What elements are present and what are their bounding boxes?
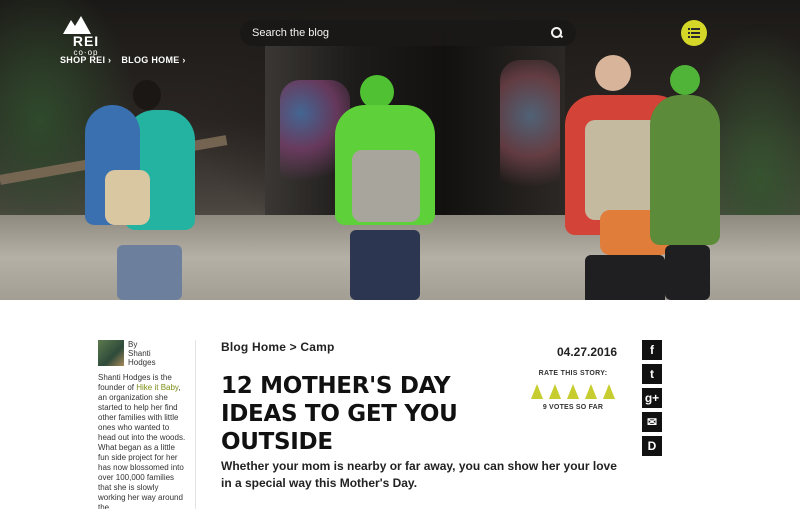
disqus-icon[interactable]: D xyxy=(642,436,662,456)
rating-icon[interactable] xyxy=(567,384,579,399)
author-byline: By Shanti Hodges xyxy=(128,340,156,367)
rating-icon[interactable] xyxy=(603,384,615,399)
menu-button[interactable] xyxy=(681,20,707,46)
author-bio: Shanti Hodges is the founder of Hike it … xyxy=(98,373,188,509)
blog-home-link[interactable]: BLOG HOME › xyxy=(121,55,185,65)
email-icon[interactable]: ✉ xyxy=(642,412,662,432)
google-plus-icon[interactable]: g+ xyxy=(642,388,662,408)
graffiti-decoration xyxy=(500,60,560,200)
twitter-icon[interactable]: t xyxy=(642,364,662,384)
list-icon xyxy=(688,28,700,38)
publish-date: 04.27.2016 xyxy=(557,345,618,359)
hero-image: REI co·op SHOP REI › BLOG HOME › xyxy=(0,0,800,300)
hike-it-baby-link[interactable]: Hike it Baby xyxy=(136,383,178,392)
rating-label: RATE THIS STORY: xyxy=(538,370,608,377)
bio-text: , an organization she started to help he… xyxy=(98,383,186,509)
rating-icon[interactable] xyxy=(549,384,561,399)
logo-text: REI xyxy=(72,33,100,49)
share-bar: f t g+ ✉ D xyxy=(642,340,662,456)
facebook-icon[interactable]: f xyxy=(642,340,662,360)
author-header: By Shanti Hodges xyxy=(98,340,195,367)
rating-icon[interactable] xyxy=(531,384,543,399)
page-title: 12 Mother's Day Ideas to Get You Outside xyxy=(221,373,458,455)
search-input[interactable] xyxy=(252,27,550,39)
search-bar xyxy=(240,20,576,46)
author-first-name[interactable]: Shanti xyxy=(128,349,156,358)
rating-widget: RATE THIS STORY: 9 VOTES SO FAR xyxy=(531,370,615,411)
search-icon[interactable] xyxy=(550,26,564,40)
shop-rei-link[interactable]: SHOP REI › xyxy=(60,55,111,65)
avatar[interactable] xyxy=(98,340,124,366)
mountain-icon xyxy=(61,14,111,34)
rating-icon[interactable] xyxy=(585,384,597,399)
rei-logo[interactable]: REI co·op xyxy=(60,14,112,57)
author-sidebar: By Shanti Hodges Shanti Hodges is the fo… xyxy=(98,340,196,509)
top-navigation: SHOP REI › BLOG HOME › xyxy=(60,55,186,65)
article-lede: Whether your mom is nearby or far away, … xyxy=(221,459,617,490)
vote-count: 9 VOTES SO FAR xyxy=(542,404,604,411)
author-last-name[interactable]: Hodges xyxy=(128,358,156,367)
by-label: By xyxy=(128,340,138,349)
rating-stars xyxy=(531,384,615,399)
